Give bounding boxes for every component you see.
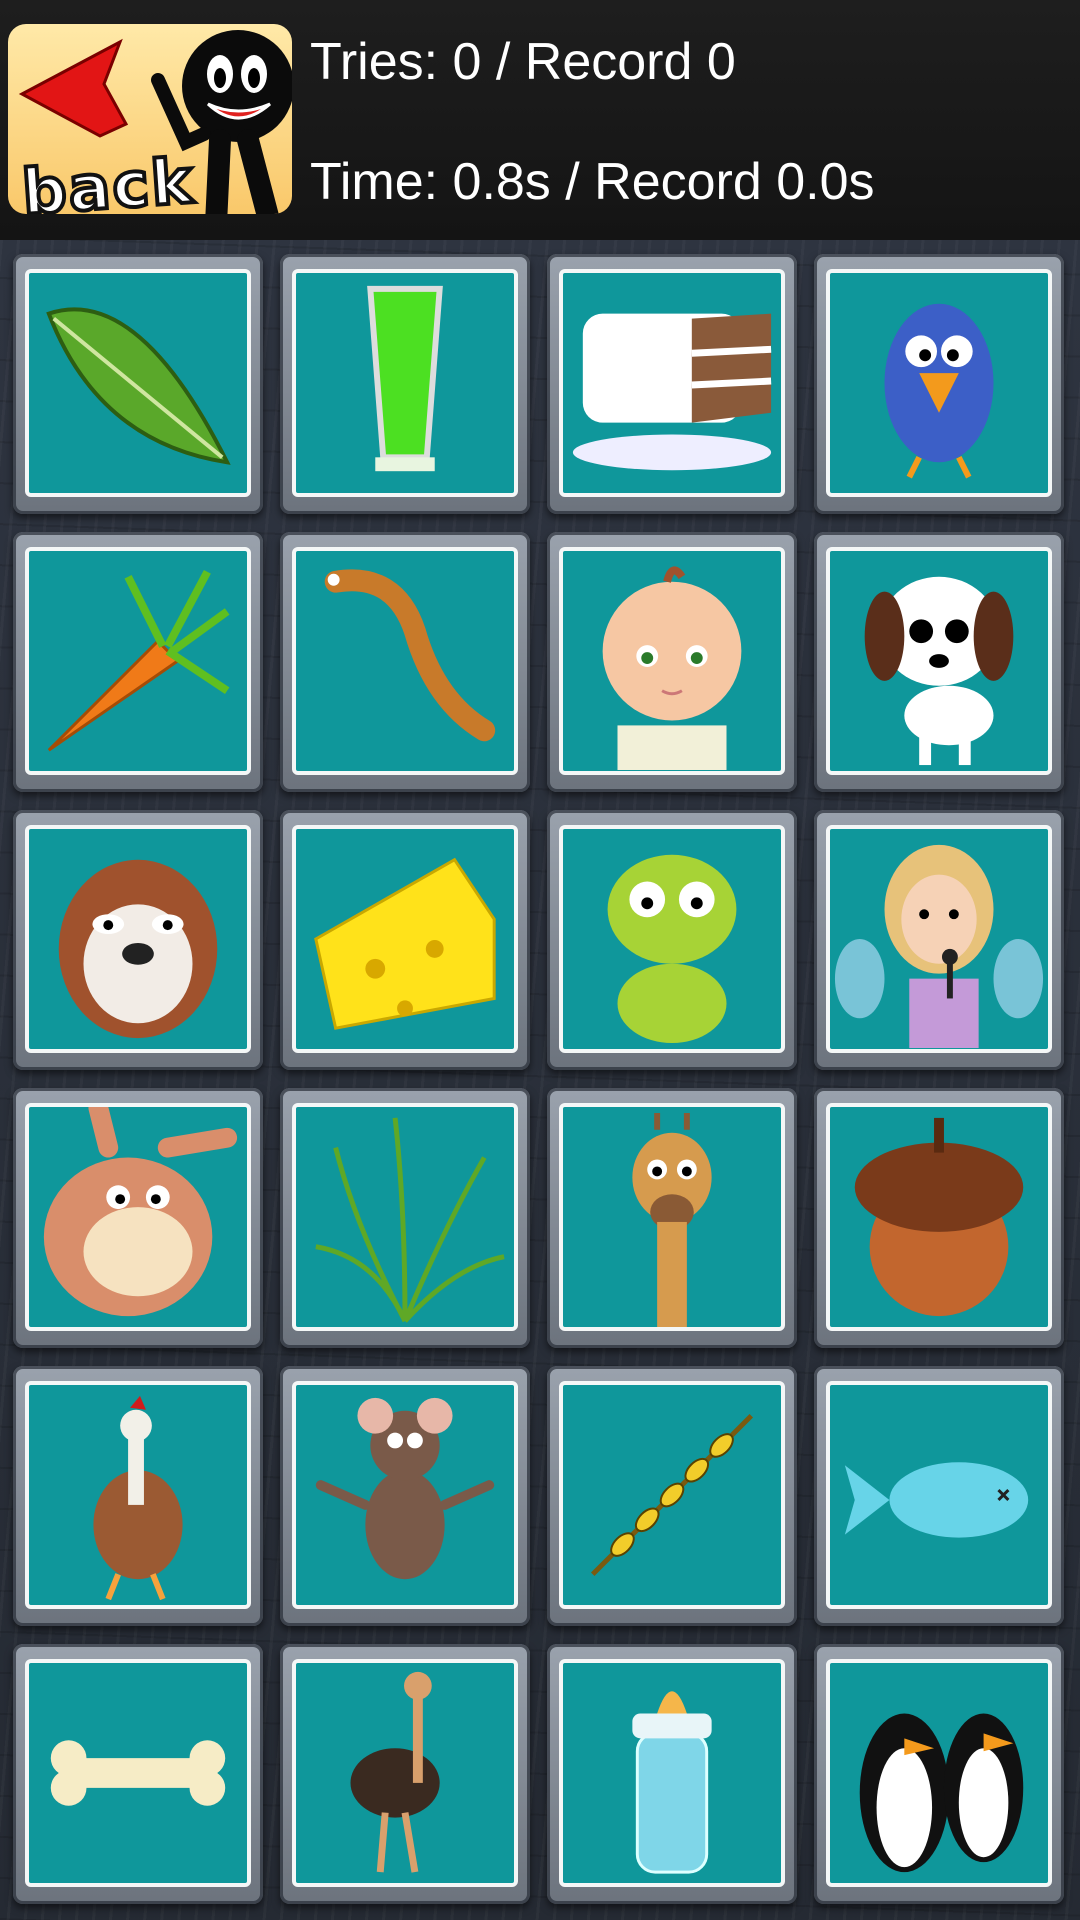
memory-card[interactable]	[280, 1366, 530, 1626]
card-face	[25, 1103, 251, 1331]
card-face	[559, 1659, 785, 1887]
memory-card[interactable]	[547, 1644, 797, 1904]
memory-card[interactable]	[547, 810, 797, 1070]
green-juice-glass-icon	[367, 285, 443, 472]
wheat-icon	[590, 1413, 754, 1577]
memory-card[interactable]	[814, 1644, 1064, 1904]
card-face	[559, 1103, 785, 1331]
memory-card[interactable]	[13, 1644, 263, 1904]
baby-icon	[602, 566, 742, 770]
card-board	[0, 240, 1080, 1920]
memory-card[interactable]	[13, 254, 263, 514]
card-face	[826, 269, 1052, 497]
memory-card[interactable]	[814, 1088, 1064, 1348]
layer-cake-icon	[572, 313, 772, 471]
tries-counter: Tries: 0 / Record 0	[310, 33, 736, 91]
carrot-icon	[47, 569, 230, 752]
card-face	[826, 1381, 1052, 1609]
memory-card[interactable]	[547, 1088, 797, 1348]
card-face	[25, 269, 251, 497]
card-face	[559, 269, 785, 497]
card-face	[292, 1103, 518, 1331]
fairy-singer-icon	[834, 844, 1044, 1048]
donkey-icon	[43, 1107, 238, 1317]
card-face	[292, 1659, 518, 1887]
bone-icon	[50, 1740, 226, 1806]
back-label: back	[18, 142, 199, 214]
card-face	[292, 825, 518, 1053]
card-face	[292, 547, 518, 775]
memory-card[interactable]	[13, 1088, 263, 1348]
memory-card[interactable]	[814, 532, 1064, 792]
card-face	[25, 1659, 251, 1887]
memory-card[interactable]	[13, 1366, 263, 1626]
rooster-icon	[93, 1395, 183, 1601]
squirrel-icon	[58, 859, 218, 1039]
memory-card[interactable]	[547, 532, 797, 792]
memory-card[interactable]	[547, 1366, 797, 1626]
card-face	[292, 1381, 518, 1609]
puppy-icon	[864, 576, 1014, 766]
memory-card[interactable]	[280, 254, 530, 514]
card-face	[25, 1381, 251, 1609]
card-face	[559, 547, 785, 775]
card-face	[559, 1381, 785, 1609]
memory-card[interactable]	[814, 810, 1064, 1070]
memory-card[interactable]	[280, 810, 530, 1070]
memory-card[interactable]	[280, 1644, 530, 1904]
fish-icon	[844, 1462, 1029, 1538]
card-face	[292, 269, 518, 497]
card-face	[559, 825, 785, 1053]
leaf-icon	[46, 307, 231, 465]
penguins-icon	[859, 1713, 1024, 1873]
blue-bird-icon	[884, 303, 994, 479]
giraffe-icon	[632, 1112, 712, 1327]
ostrich-icon	[350, 1671, 440, 1873]
memory-card[interactable]	[280, 1088, 530, 1348]
acorn-icon	[854, 1117, 1024, 1317]
mouse-icon	[315, 1397, 495, 1580]
header-bar: back Tries: 0 / Record 0 Time: 0.8s / Re…	[0, 0, 1080, 240]
grass-icon	[315, 1117, 505, 1323]
memory-card[interactable]	[13, 532, 263, 792]
memory-card[interactable]	[814, 254, 1064, 514]
back-button[interactable]: back	[8, 24, 292, 214]
memory-card[interactable]	[814, 1366, 1064, 1626]
worm-icon	[324, 569, 496, 742]
card-face	[25, 825, 251, 1053]
memory-card[interactable]	[547, 254, 797, 514]
card-face	[826, 547, 1052, 775]
time-counter: Time: 0.8s / Record 0.0s	[310, 153, 875, 211]
cheese-icon	[314, 857, 496, 1030]
card-face	[826, 1659, 1052, 1887]
memory-card[interactable]	[280, 532, 530, 792]
card-face	[826, 825, 1052, 1053]
card-face	[25, 547, 251, 775]
frog-icon	[607, 854, 737, 1044]
baby-bottle-icon	[632, 1691, 712, 1874]
card-face	[826, 1103, 1052, 1331]
memory-card[interactable]	[13, 810, 263, 1070]
